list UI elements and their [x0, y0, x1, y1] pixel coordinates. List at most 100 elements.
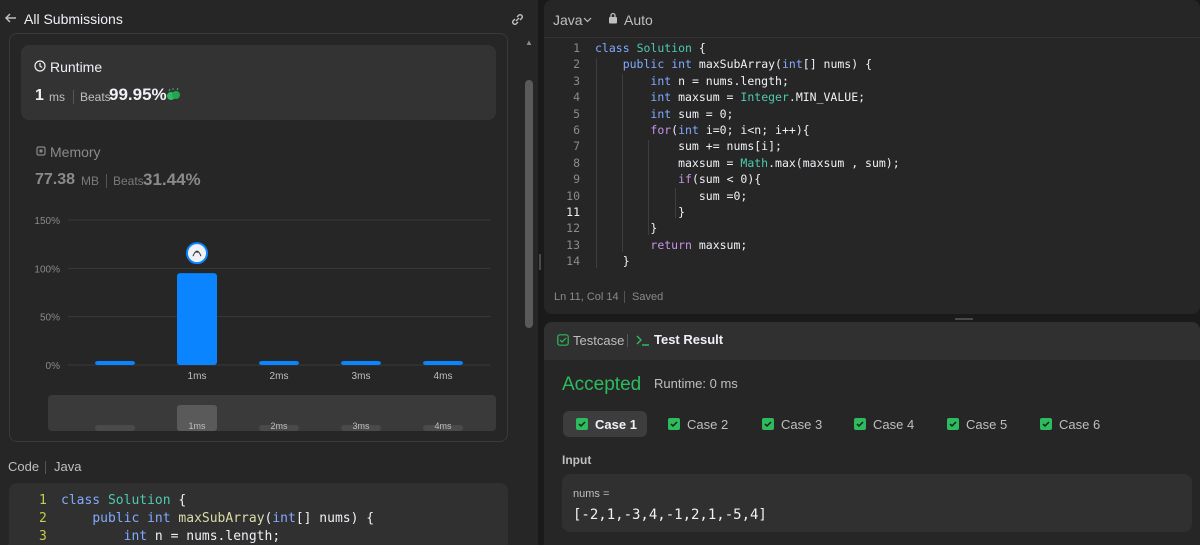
code-text[interactable]: sum += nums[i]; — [595, 139, 782, 153]
editor-line[interactable]: 6 for(int i=0; i<n; i++){ — [544, 123, 1200, 139]
code-text[interactable]: return maxsum; — [595, 238, 747, 252]
chart-bar — [423, 361, 463, 365]
scrollbar-thumb[interactable] — [525, 80, 533, 328]
editor-line[interactable]: 4 int maxsum = Integer.MIN_VALUE; — [544, 90, 1200, 106]
check-icon — [854, 418, 866, 430]
case-tab[interactable]: Case 1 — [563, 411, 647, 437]
save-status: Saved — [632, 291, 664, 303]
case-tab[interactable]: Case 2 — [655, 411, 739, 437]
editor-line[interactable]: 2 public int maxSubArray(int[] nums) { — [544, 57, 1200, 73]
line-number: 5 — [573, 106, 580, 121]
case-label: Case 6 — [1059, 417, 1101, 432]
line-number: 13 — [566, 237, 580, 252]
line-number: 2 — [573, 57, 580, 72]
case-tab[interactable]: Case 3 — [749, 411, 833, 437]
tab-testcase[interactable]: Testcase — [573, 333, 624, 348]
case-label: Case 1 — [595, 417, 637, 432]
code-text[interactable]: class Solution { — [595, 41, 706, 55]
code-text[interactable]: int sum = 0; — [595, 107, 733, 121]
editor-line[interactable]: 10 sum =0; — [544, 189, 1200, 205]
checkbox-icon[interactable] — [557, 334, 569, 346]
input-value[interactable]: [-2,1,-3,4,-1,2,1,-5,4] — [573, 507, 767, 523]
editor-line[interactable]: 14 } — [544, 254, 1200, 270]
scroll-up-icon[interactable]: ▲ — [525, 38, 533, 47]
runtime-card[interactable] — [21, 45, 496, 120]
editor-line[interactable]: 3 int n = nums.length; — [544, 74, 1200, 90]
auto-mode-label[interactable]: Auto — [624, 12, 653, 28]
code-section-label: Code — [8, 459, 40, 474]
memory-beats-label: Beats — [113, 174, 144, 188]
case-tab[interactable]: Case 4 — [841, 411, 925, 437]
line-number: 10 — [566, 188, 580, 203]
editor-line[interactable]: 11 } — [544, 205, 1200, 221]
case-label: Case 3 — [781, 417, 823, 432]
minimap-label: 2ms — [270, 421, 288, 431]
line-number: 12 — [566, 221, 580, 236]
chart-bar — [177, 273, 217, 365]
chart-bar — [341, 361, 381, 365]
y-tick-label: 50% — [40, 313, 60, 324]
editor-line[interactable]: 7 sum += nums[i]; — [544, 139, 1200, 155]
code-text[interactable]: for(int i=0; i<n; i++){ — [595, 123, 809, 137]
minimap-label: 1ms — [188, 421, 206, 431]
line-number: 8 — [573, 155, 580, 170]
code-text[interactable]: maxsum = Math.max(maxsum , sum); — [595, 156, 900, 170]
case-tab[interactable]: Case 6 — [1027, 411, 1111, 437]
link-icon[interactable] — [509, 11, 526, 28]
code-text[interactable]: sum =0; — [595, 189, 747, 203]
page-title[interactable]: All Submissions — [24, 11, 123, 27]
divider — [73, 90, 74, 104]
code-text[interactable]: } — [595, 254, 630, 268]
line-number: 14 — [566, 254, 580, 269]
input-box — [562, 474, 1192, 532]
editor-line[interactable]: 12 } — [544, 221, 1200, 237]
arrow-left-icon[interactable] — [4, 11, 18, 25]
code-text[interactable]: } — [595, 205, 685, 219]
check-icon — [1040, 418, 1052, 430]
code-text[interactable]: int n = nums.length; — [595, 74, 788, 88]
chevron-down-icon[interactable] — [583, 15, 592, 24]
code-section-language: Java — [54, 459, 82, 474]
check-icon — [576, 418, 588, 430]
clapping-hands-icon — [167, 88, 180, 100]
minimap-label: 4ms — [434, 421, 452, 431]
resize-grip[interactable] — [539, 254, 541, 270]
check-icon — [762, 418, 774, 430]
line-number: 1 — [39, 493, 47, 508]
editor-line[interactable]: 9 if(sum < 0){ — [544, 172, 1200, 188]
x-tick-label: 3ms — [352, 371, 371, 382]
cursor-position: Ln 11, Col 14 — [554, 291, 619, 303]
terminal-icon[interactable] — [636, 334, 650, 346]
check-icon — [947, 418, 959, 430]
minimap-bar — [95, 425, 135, 431]
code-text[interactable]: } — [595, 221, 657, 235]
code-preview-line: 1 class Solution { — [9, 493, 508, 511]
editor-line[interactable]: 13 return maxsum; — [544, 238, 1200, 254]
case-label: Case 5 — [966, 417, 1008, 432]
code-text[interactable]: if(sum < 0){ — [595, 172, 761, 186]
result-runtime: Runtime: 0 ms — [654, 376, 738, 391]
editor-line[interactable]: 5 int sum = 0; — [544, 107, 1200, 123]
horizontal-resize-handle[interactable] — [955, 318, 973, 320]
code-text[interactable]: int maxsum = Integer.MIN_VALUE; — [595, 90, 865, 104]
tab-test-result[interactable]: Test Result — [654, 332, 723, 347]
y-tick-label: 150% — [34, 216, 60, 227]
minimap-label: 3ms — [352, 421, 370, 431]
runtime-beats-label: Beats — [80, 90, 111, 104]
case-tab[interactable]: Case 5 — [934, 411, 1018, 437]
editor-line[interactable]: 1 class Solution { — [544, 41, 1200, 57]
line-number: 2 — [39, 511, 47, 526]
memory-label[interactable]: Memory — [50, 144, 101, 160]
code-text: class Solution { — [61, 493, 187, 508]
editor-line[interactable]: 8 maxsum = Math.max(maxsum , sum); — [544, 156, 1200, 172]
chart-bar — [95, 361, 135, 365]
submitted-code-preview: 1 class Solution {2 public int maxSubArra… — [9, 483, 508, 545]
y-tick-label: 100% — [34, 264, 60, 275]
code-text[interactable]: public int maxSubArray(int[] nums) { — [595, 57, 872, 71]
runtime-distribution-chart[interactable]: 150% 100% 50% 0% 1ms 2ms 3ms 4ms 1ms 2ms 3ms 4ms — [20, 205, 500, 435]
runtime-label: Runtime — [50, 59, 103, 75]
x-tick-label: 2ms — [270, 371, 289, 382]
language-selector[interactable]: Java — [553, 12, 583, 28]
code-text: int n = nums.length; — [123, 529, 281, 544]
memory-value: 77.38 — [35, 171, 76, 188]
